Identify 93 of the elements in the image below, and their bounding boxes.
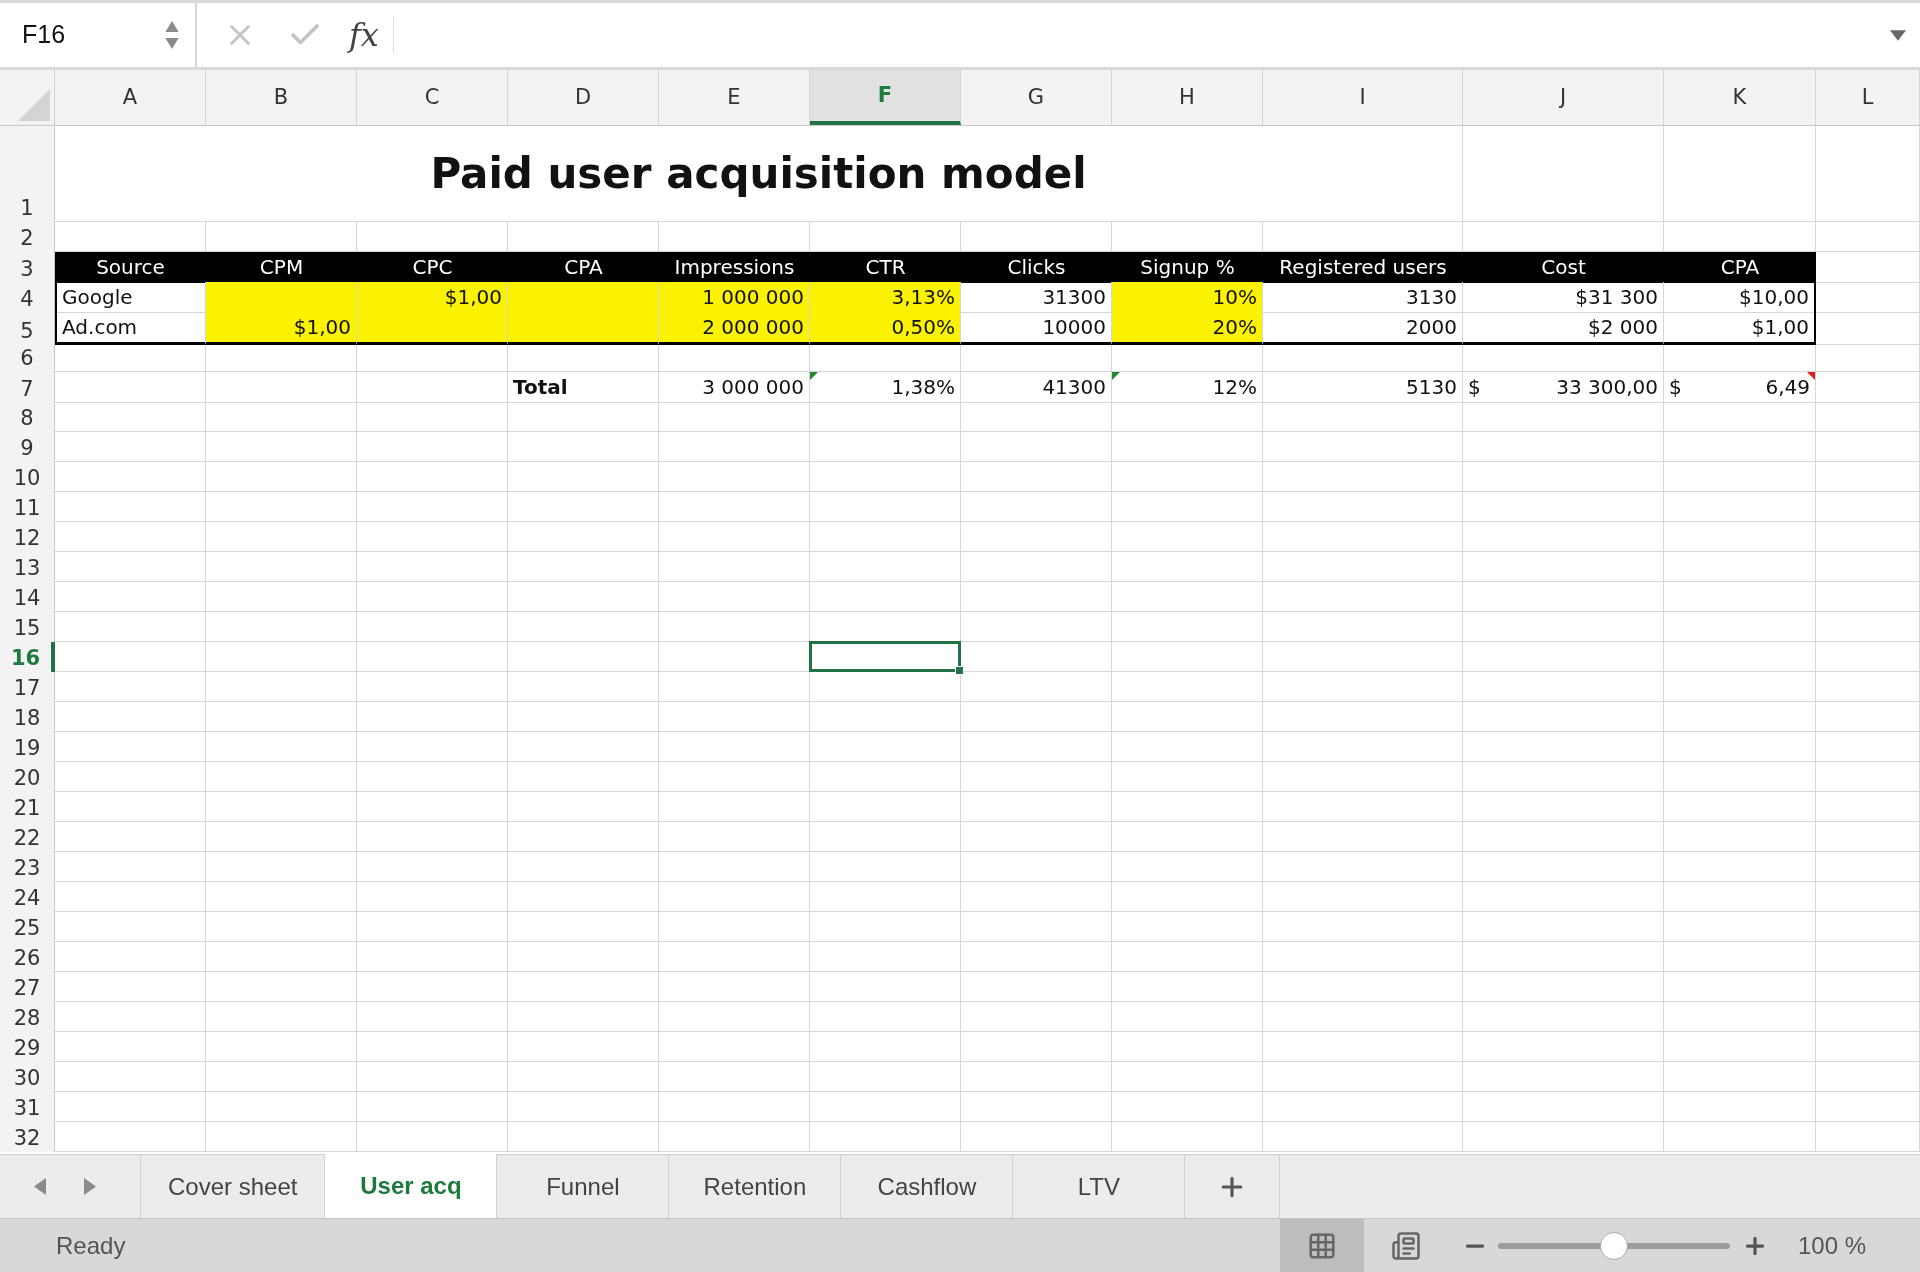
- scroll-left-icon[interactable]: [34, 1178, 46, 1195]
- table-cell: 3 000 000: [659, 372, 810, 403]
- table-cell: 3,13%: [810, 282, 961, 313]
- row-header[interactable]: 13: [0, 552, 55, 582]
- page-icon: [1390, 1230, 1421, 1261]
- row-header[interactable]: 4: [0, 282, 55, 313]
- row-header[interactable]: 16: [0, 642, 55, 672]
- row-header[interactable]: 18: [0, 702, 55, 732]
- column-heading: Impressions: [659, 252, 810, 283]
- column-heading: CTR: [810, 252, 961, 283]
- column-header[interactable]: K: [1664, 70, 1816, 125]
- table-cell: $2 000: [1463, 312, 1664, 345]
- table-cell: 3130: [1263, 282, 1463, 313]
- table-cell: $1,00: [1664, 312, 1816, 345]
- row-header[interactable]: 1: [0, 126, 55, 222]
- row-header[interactable]: 28: [0, 1002, 55, 1032]
- table-cell: 12%: [1112, 372, 1263, 403]
- table-cell: $10,00: [1664, 282, 1816, 313]
- row-header[interactable]: 14: [0, 582, 55, 612]
- row-header[interactable]: 22: [0, 822, 55, 852]
- column-header[interactable]: D: [508, 70, 659, 125]
- row-header[interactable]: 12: [0, 522, 55, 552]
- table-cell-value: 33 300,00: [1556, 374, 1658, 401]
- column-header[interactable]: J: [1463, 70, 1664, 125]
- table-cell: 2 000 000: [659, 312, 810, 345]
- currency-symbol: $: [1468, 374, 1481, 401]
- slider-thumb[interactable]: [1599, 1231, 1628, 1260]
- column-header[interactable]: A: [55, 70, 206, 125]
- column-heading: Source: [55, 252, 206, 283]
- row-header[interactable]: 32: [0, 1122, 55, 1152]
- active-cell[interactable]: [809, 641, 961, 672]
- column-heading: Clicks: [961, 252, 1112, 283]
- table-cell: 20%: [1112, 312, 1263, 345]
- row-header[interactable]: 19: [0, 732, 55, 762]
- status-text: Ready: [56, 1230, 126, 1261]
- row-header[interactable]: 7: [0, 372, 55, 403]
- row-header[interactable]: 6: [0, 342, 55, 372]
- table-cell: 1 000 000: [659, 282, 810, 313]
- row-header[interactable]: 23: [0, 852, 55, 882]
- column-header[interactable]: H: [1112, 70, 1263, 125]
- table-cell: $1,00: [206, 312, 357, 345]
- column-heading: Signup %: [1112, 252, 1263, 283]
- row-header[interactable]: 9: [0, 432, 55, 462]
- row-header[interactable]: 20: [0, 762, 55, 792]
- row-header[interactable]: 17: [0, 672, 55, 702]
- currency-symbol: $: [1669, 374, 1682, 401]
- column-heading: CPM: [206, 252, 357, 283]
- row-header[interactable]: 10: [0, 462, 55, 492]
- scroll-right-icon[interactable]: [84, 1178, 96, 1195]
- normal-view-button[interactable]: [1279, 1219, 1364, 1272]
- column-header[interactable]: G: [961, 70, 1112, 125]
- table-cell: $1,00: [357, 282, 508, 313]
- row-header[interactable]: 30: [0, 1062, 55, 1092]
- table-cell-value: 6,49: [1765, 374, 1810, 401]
- table-cell: 41300: [961, 372, 1112, 403]
- row-header[interactable]: 25: [0, 912, 55, 942]
- dropdown-caret-icon[interactable]: [1890, 29, 1906, 41]
- row-header[interactable]: 29: [0, 1032, 55, 1062]
- zoom-slider[interactable]: [1497, 1231, 1730, 1260]
- column-header[interactable]: I: [1263, 70, 1463, 125]
- column-heading: Cost: [1463, 252, 1664, 283]
- up-arrow-icon[interactable]: [165, 21, 179, 32]
- row-header[interactable]: 21: [0, 792, 55, 822]
- row-header[interactable]: 24: [0, 882, 55, 912]
- column-heading: CPA: [508, 252, 659, 283]
- column-heading: CPA: [1664, 252, 1816, 283]
- table-cell: 0,50%: [810, 312, 961, 345]
- row-header[interactable]: 8: [0, 402, 55, 432]
- down-arrow-icon[interactable]: [165, 38, 179, 49]
- sheet-tab[interactable]: User acq: [325, 1154, 498, 1218]
- row-header[interactable]: 2: [0, 222, 55, 252]
- sheet-title: Paid user acquisition model: [55, 126, 1463, 222]
- table-cell: 5130: [1263, 372, 1463, 403]
- column-heading: CPC: [357, 252, 508, 283]
- column-header[interactable]: B: [206, 70, 357, 125]
- row-header[interactable]: 27: [0, 972, 55, 1002]
- row-header[interactable]: 31: [0, 1092, 55, 1122]
- column-header[interactable]: F: [810, 70, 961, 125]
- table-cell: 2000: [1263, 312, 1463, 345]
- row-header[interactable]: 15: [0, 612, 55, 642]
- column-header[interactable]: C: [357, 70, 508, 125]
- row-header[interactable]: 11: [0, 492, 55, 522]
- table-cell: 1,38%: [810, 372, 961, 403]
- table-cell: $31 300: [1463, 282, 1664, 313]
- zoom-percentage: 100 %: [1797, 1230, 1866, 1261]
- table-cell: Total: [508, 372, 659, 403]
- function-button[interactable]: fx: [349, 11, 379, 59]
- row-header[interactable]: 26: [0, 942, 55, 972]
- row-header[interactable]: 3: [0, 252, 55, 283]
- table-cell: 10%: [1112, 282, 1263, 313]
- name-box[interactable]: F16: [0, 3, 197, 67]
- column-heading: Registered users: [1263, 252, 1463, 283]
- column-header[interactable]: L: [1816, 70, 1920, 125]
